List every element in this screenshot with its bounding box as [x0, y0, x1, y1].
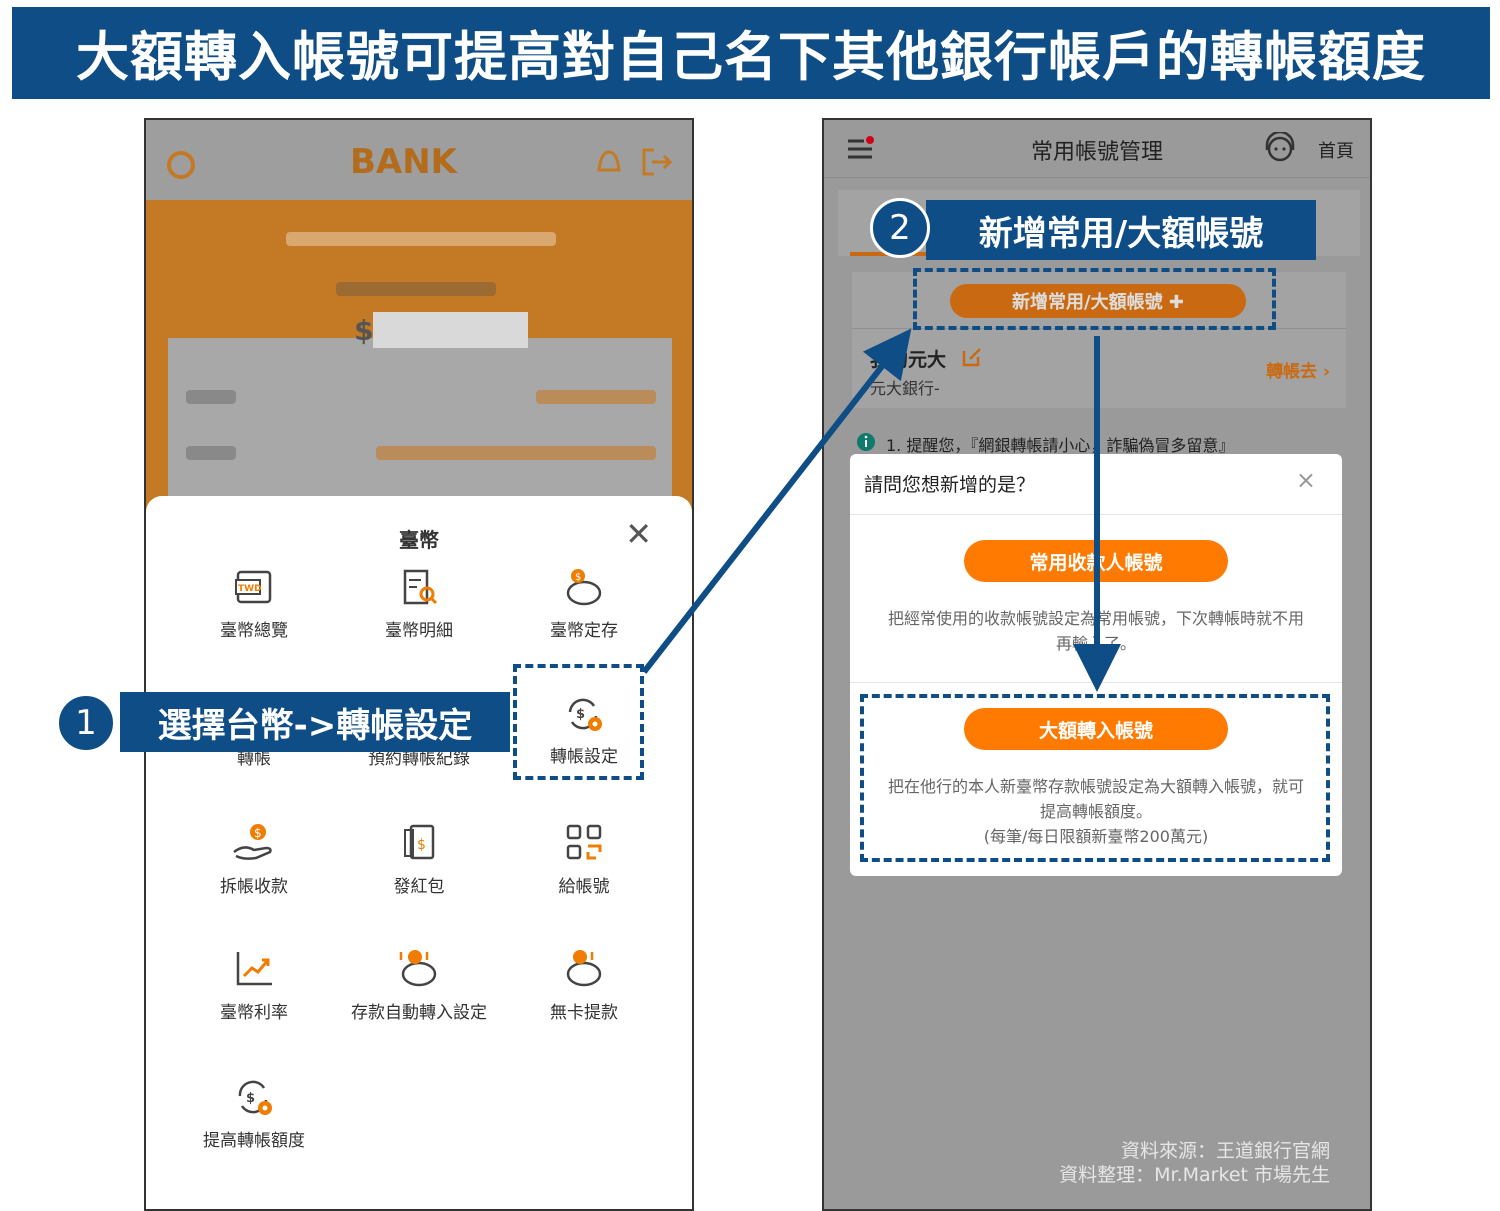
sheet-title: 臺幣	[399, 528, 439, 552]
menu-item-label: 給帳號	[558, 877, 610, 897]
svg-text:$: $	[417, 837, 426, 853]
menu-item-raise-limit[interactable]: $ 提高轉帳額度	[174, 1076, 334, 1151]
menu-item-label: 臺幣明細	[385, 621, 453, 641]
menu-item-auto-deposit[interactable]: 存款自動轉入設定	[329, 948, 509, 1023]
menu-item-label: 發紅包	[393, 877, 445, 897]
menu-item-label: 拆帳收款	[220, 877, 288, 897]
callout-2-number: 2	[870, 198, 930, 258]
frequent-payee-button[interactable]: 常用收款人帳號	[964, 540, 1228, 582]
edit-icon[interactable]	[960, 345, 984, 369]
account-name: 我的元大	[870, 349, 947, 371]
bank-name: 元大銀行-	[870, 379, 940, 398]
menu-item-cardless-withdraw[interactable]: 無卡提款	[509, 948, 659, 1023]
menu-item-label: 臺幣總覽	[220, 621, 288, 641]
notice-text: 1. 提醒您，『網銀轉帳請小心，詐騙偽冒多留意』	[886, 436, 1235, 455]
page-banner: 大額轉入帳號可提高對自己名下其他銀行帳戶的轉帳額度	[12, 7, 1490, 99]
raise-limit-icon: $	[238, 1080, 272, 1115]
balance-symbol: $	[354, 314, 374, 347]
bell-icon[interactable]	[594, 146, 624, 178]
app-header: 常用帳號管理 首頁	[824, 120, 1370, 178]
svg-text:$: $	[575, 572, 581, 583]
source-credit: 資料來源：王道銀行官網	[1120, 1140, 1330, 1162]
menu-item-label: 無卡提款	[550, 1003, 618, 1023]
menu-item-label: 提高轉帳額度	[203, 1131, 305, 1151]
balance-masked	[373, 312, 528, 348]
headset-icon[interactable]	[164, 148, 198, 182]
callout-2-label: 新增常用/大額帳號	[926, 200, 1316, 260]
logout-icon[interactable]	[640, 146, 674, 178]
menu-item-twd-rate[interactable]: 臺幣利率	[179, 948, 329, 1023]
close-icon[interactable]: ✕	[625, 518, 652, 550]
menu-item-label: 臺幣利率	[220, 1003, 288, 1023]
home-link[interactable]: 首頁	[1318, 137, 1354, 163]
account-row[interactable]: 我的元大 元大銀行- 轉帳去 ›	[852, 328, 1346, 408]
modal-close-icon[interactable]: ×	[1296, 466, 1316, 494]
desc-line: 把經常使用的收款帳號設定為常用帳號，下次轉帳時就不用	[887, 609, 1304, 628]
callout-1-label: 選擇台幣->轉帳設定	[120, 692, 510, 752]
twd-wallet-icon: TWD	[235, 570, 272, 604]
menu-item-label: 預約轉帳紀錄	[368, 749, 470, 769]
bank-logo: BANK	[350, 142, 458, 182]
callout-1-number: 1	[56, 693, 116, 753]
menu-item-label: 轉帳	[237, 749, 271, 769]
frequent-payee-desc: 把經常使用的收款帳號設定為常用帳號，下次轉帳時就不用 再輸入了。	[862, 606, 1330, 656]
red-envelope-icon: $	[404, 824, 435, 860]
svg-text:$: $	[254, 826, 262, 840]
twd-menu-sheet: 臺幣 ✕ TWD 臺幣總覽 臺幣明細 $ 臺幣定存 轉帳 預約轉帳紀錄 $ 轉帳…	[146, 496, 692, 1209]
chart-up-icon	[236, 952, 272, 986]
hand-coin-icon: $	[233, 824, 272, 860]
menu-item-label: 臺幣定存	[550, 621, 618, 641]
modal-title: 請問您想新增的是？	[864, 474, 1036, 496]
highlight-add-account	[913, 268, 1276, 330]
app-top-bar: BANK	[146, 120, 692, 200]
transfer-link[interactable]: 轉帳去 ›	[1266, 357, 1330, 382]
svg-text:TWD: TWD	[238, 584, 262, 594]
qr-code-icon	[566, 824, 602, 860]
menu-item-label: 存款自動轉入設定	[351, 1003, 487, 1023]
info-icon	[857, 433, 875, 451]
menu-item-twd-overview[interactable]: TWD 臺幣總覽	[179, 568, 329, 641]
menu-item-give-account[interactable]: 給帳號	[509, 822, 659, 897]
piggy-bank-icon: $	[566, 569, 602, 606]
menu-item-split-bill[interactable]: $ 拆帳收款	[179, 822, 329, 897]
menu-item-red-envelope[interactable]: $ 發紅包	[344, 822, 494, 897]
document-search-icon	[403, 569, 438, 605]
cardless-withdraw-icon	[566, 950, 602, 987]
customer-service-icon[interactable]	[1262, 132, 1298, 166]
menu-item-twd-details[interactable]: 臺幣明細	[344, 568, 494, 641]
highlight-large-transfer	[860, 694, 1330, 862]
svg-text:$: $	[246, 1091, 255, 1106]
piggy-auto-icon	[399, 950, 437, 987]
menu-item-twd-time-deposit[interactable]: $ 臺幣定存	[509, 568, 659, 641]
desc-line: 再輸入了。	[1055, 634, 1136, 653]
compiler-credit: 資料整理：Mr.Market 市場先生	[1059, 1164, 1330, 1186]
highlight-transfer-settings	[513, 664, 644, 780]
